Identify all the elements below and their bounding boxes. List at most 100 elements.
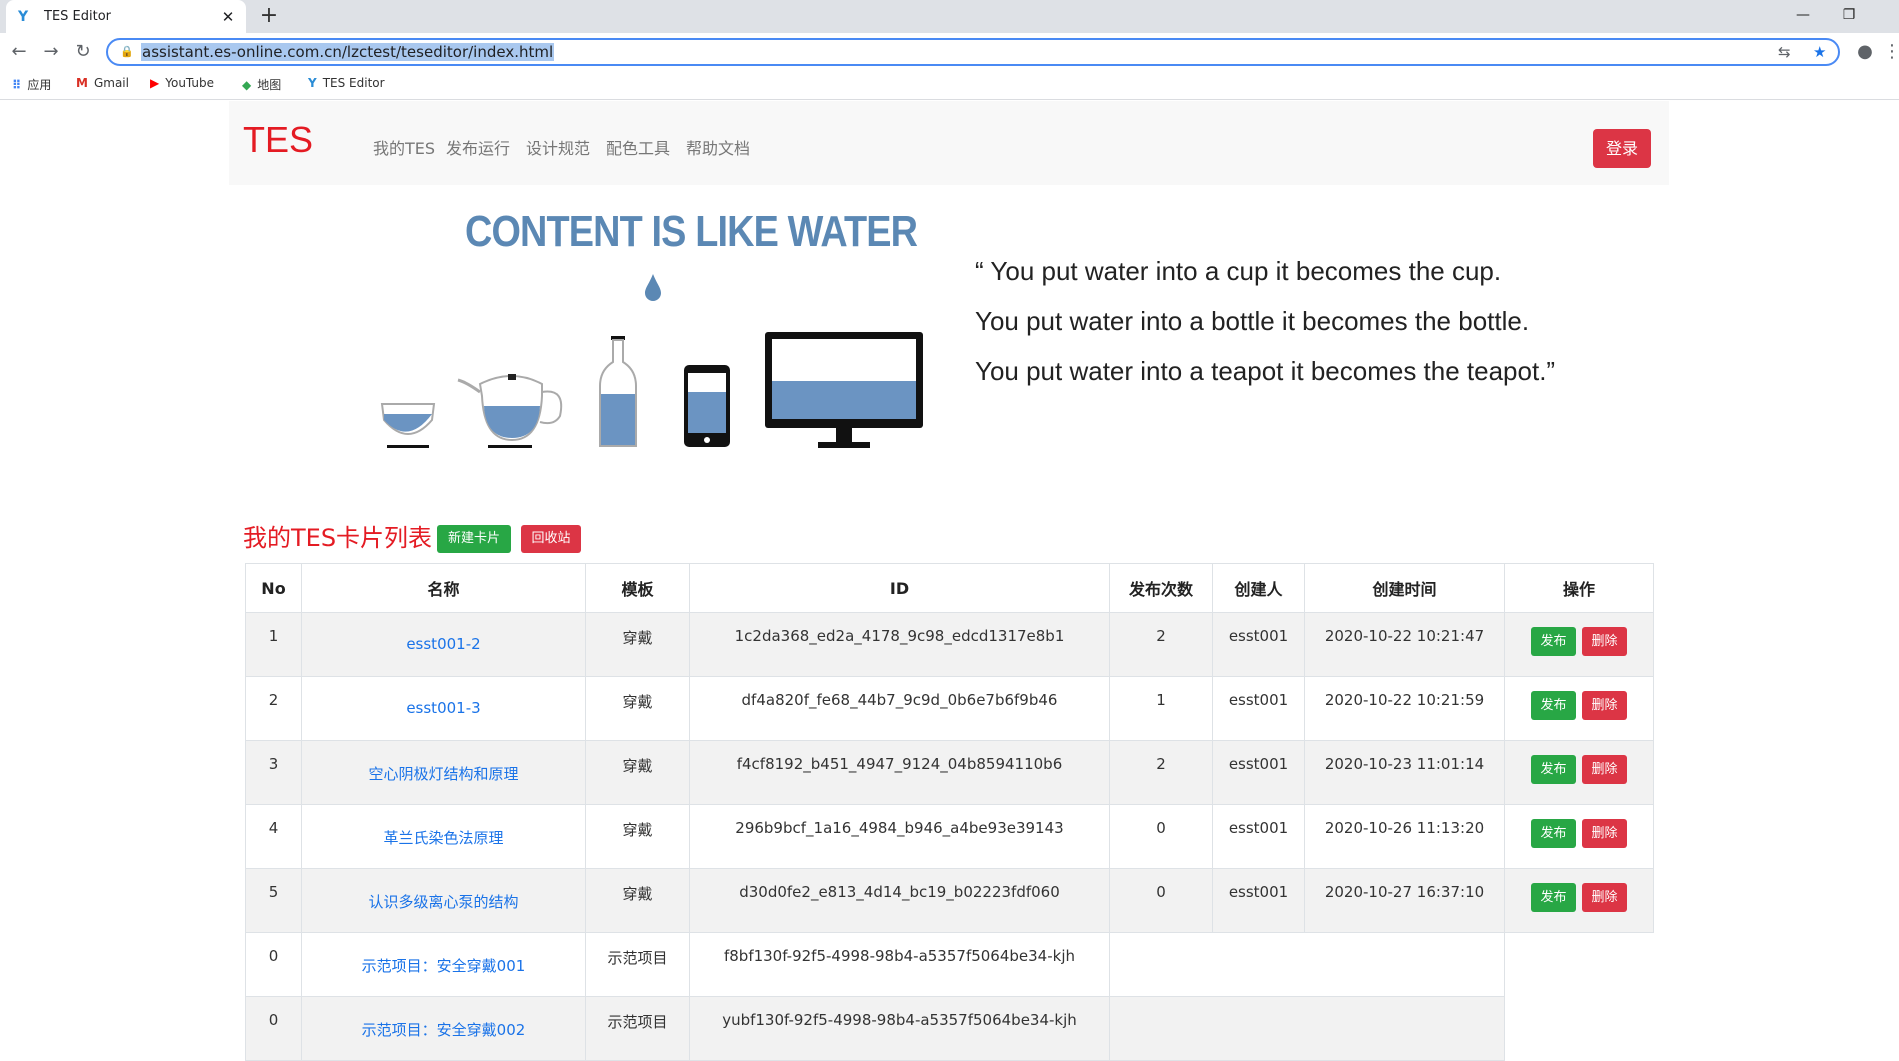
reload-icon[interactable]: ↻ bbox=[70, 39, 96, 65]
cell-name: 革兰氏染色法原理 bbox=[301, 804, 586, 869]
card-name-link[interactable]: 认识多级离心泵的结构 bbox=[368, 891, 518, 912]
cell-actions: 发布 删除 bbox=[1504, 612, 1654, 677]
card-name-link[interactable]: 革兰氏染色法原理 bbox=[383, 827, 503, 848]
publish-button[interactable]: 发布 bbox=[1531, 627, 1576, 656]
card-name-link[interactable]: esst001-2 bbox=[406, 635, 480, 653]
cell-no: 0 bbox=[245, 996, 302, 1061]
publish-button[interactable]: 发布 bbox=[1531, 883, 1576, 912]
cell-created-time: 2020-10-27 16:37:10 bbox=[1304, 868, 1505, 933]
cell-template: 示范项目 bbox=[585, 932, 690, 997]
cell-actions: 发布 删除 bbox=[1504, 868, 1654, 933]
bookmark-label: 地图 bbox=[257, 78, 282, 92]
cell-empty bbox=[1504, 996, 1654, 1061]
cell-actions: 发布 删除 bbox=[1504, 740, 1654, 805]
bookmark-star-icon[interactable]: ★ bbox=[1813, 43, 1826, 61]
cell-no: 3 bbox=[245, 740, 302, 805]
column-header-creator: 创建人 bbox=[1212, 563, 1305, 613]
cell-created-time: 2020-10-22 10:21:47 bbox=[1304, 612, 1505, 677]
new-card-button[interactable]: 新建卡片 bbox=[437, 525, 511, 553]
tes-favicon-icon: Y bbox=[308, 76, 317, 90]
delete-button[interactable]: 删除 bbox=[1582, 819, 1627, 848]
nav-link-design[interactable]: 设计规范 bbox=[526, 135, 590, 159]
forward-icon[interactable]: → bbox=[38, 39, 64, 65]
cell-name: 示范项目：安全穿戴002 bbox=[301, 996, 586, 1061]
address-bar[interactable]: 🔒 assistant.es-online.com.cn/lzctest/tes… bbox=[106, 38, 1840, 66]
url-text[interactable]: assistant.es-online.com.cn/lzctest/tesed… bbox=[141, 43, 555, 61]
nav-link-color-tool[interactable]: 配色工具 bbox=[606, 135, 670, 159]
nav-link-help[interactable]: 帮助文档 bbox=[686, 135, 750, 159]
cell-name: 空心阴极灯结构和原理 bbox=[301, 740, 586, 805]
cell-template: 穿戴 bbox=[585, 612, 690, 677]
column-header-created-time: 创建时间 bbox=[1304, 563, 1505, 613]
nav-link-publish[interactable]: 发布运行 bbox=[446, 135, 510, 159]
site-navbar: TES 我的TES 发布运行 设计规范 配色工具 帮助文档 登录 bbox=[229, 101, 1669, 185]
publish-button[interactable]: 发布 bbox=[1531, 691, 1576, 720]
bottle-icon bbox=[599, 336, 637, 447]
publish-button[interactable]: 发布 bbox=[1531, 755, 1576, 784]
cell-created-time: 2020-10-22 10:21:59 bbox=[1304, 676, 1505, 741]
delete-button[interactable]: 删除 bbox=[1582, 627, 1627, 656]
delete-button[interactable]: 删除 bbox=[1582, 755, 1627, 784]
table-row: 4 革兰氏染色法原理 穿戴 296b9bcf_1a16_4984_b946_a4… bbox=[245, 804, 1654, 869]
cell-actions: 发布 删除 bbox=[1504, 676, 1654, 741]
card-name-link[interactable]: esst001-3 bbox=[406, 699, 480, 717]
table-header-row: No 名称 模板 ID 发布次数 创建人 创建时间 操作 bbox=[245, 563, 1654, 613]
apps-grid-icon: ⠿ bbox=[12, 77, 22, 92]
new-tab-button[interactable]: + bbox=[256, 3, 282, 29]
quote-line-3: You put water into a teapot it becomes t… bbox=[975, 356, 1556, 386]
cell-creator: esst001 bbox=[1212, 868, 1305, 933]
card-name-link[interactable]: 示范项目：安全穿戴001 bbox=[362, 955, 526, 976]
delete-button[interactable]: 删除 bbox=[1582, 691, 1627, 720]
cell-template: 穿戴 bbox=[585, 868, 690, 933]
cell-publish-count: 2 bbox=[1109, 740, 1213, 805]
bookmarks-bar: ⠿ 应用 M Gmail ▶ YouTube ◆ 地图 Y TES Editor bbox=[0, 70, 1899, 100]
restore-icon[interactable]: ❐ bbox=[1826, 0, 1872, 30]
column-header-actions: 操作 bbox=[1504, 563, 1654, 613]
card-name-link[interactable]: 空心阴极灯结构和原理 bbox=[368, 763, 518, 784]
close-tab-icon[interactable]: ✕ bbox=[218, 7, 238, 27]
table-row: 3 空心阴极灯结构和原理 穿戴 f4cf8192_b451_4947_9124_… bbox=[245, 740, 1654, 805]
translate-icon[interactable]: ⇆ bbox=[1778, 43, 1791, 61]
cell-no: 1 bbox=[245, 612, 302, 677]
login-button[interactable]: 登录 bbox=[1593, 129, 1651, 168]
table-row: 5 认识多级离心泵的结构 穿戴 d30d0fe2_e813_4d14_bc19_… bbox=[245, 868, 1654, 933]
cell-id: d30d0fe2_e813_4d14_bc19_b02223fdf060 bbox=[689, 868, 1110, 933]
cell-name: esst001-3 bbox=[301, 676, 586, 741]
cell-empty bbox=[1504, 932, 1654, 997]
bookmark-gmail[interactable]: M Gmail bbox=[76, 76, 129, 90]
table-row: 1 esst001-2 穿戴 1c2da368_ed2a_4178_9c98_e… bbox=[245, 612, 1654, 677]
publish-button[interactable]: 发布 bbox=[1531, 819, 1576, 848]
cell-empty bbox=[1109, 932, 1505, 997]
cell-publish-count: 0 bbox=[1109, 868, 1213, 933]
cell-no: 0 bbox=[245, 932, 302, 997]
delete-button[interactable]: 删除 bbox=[1582, 883, 1627, 912]
column-header-template: 模板 bbox=[585, 563, 690, 613]
table-row-sample: 0 示范项目：安全穿戴001 示范项目 f8bf130f-92f5-4998-9… bbox=[245, 932, 1654, 997]
bookmark-tes-editor[interactable]: Y TES Editor bbox=[308, 76, 385, 90]
recycle-bin-button[interactable]: 回收站 bbox=[521, 525, 581, 553]
menu-kebab-icon[interactable]: ⋮ bbox=[1879, 39, 1899, 65]
bookmark-apps[interactable]: ⠿ 应用 bbox=[12, 76, 51, 93]
cell-creator: esst001 bbox=[1212, 612, 1305, 677]
table-row: 2 esst001-3 穿戴 df4a820f_fe68_44b7_9c9d_0… bbox=[245, 676, 1654, 741]
card-table: No 名称 模板 ID 发布次数 创建人 创建时间 操作 1 esst001-2… bbox=[245, 563, 1654, 1061]
browser-tab[interactable]: Y TES Editor ✕ bbox=[6, 0, 246, 33]
cell-template: 穿戴 bbox=[585, 676, 690, 741]
bookmark-maps[interactable]: ◆ 地图 bbox=[242, 76, 281, 93]
cell-id: 1c2da368_ed2a_4178_9c98_edcd1317e8b1 bbox=[689, 612, 1110, 677]
bookmark-label: Gmail bbox=[93, 76, 129, 90]
phone-icon bbox=[684, 365, 730, 447]
bookmark-youtube[interactable]: ▶ YouTube bbox=[150, 76, 214, 90]
lock-icon: 🔒 bbox=[120, 45, 134, 58]
back-icon[interactable]: ← bbox=[6, 39, 32, 65]
water-illustration bbox=[380, 274, 923, 448]
cell-created-time: 2020-10-23 11:01:14 bbox=[1304, 740, 1505, 805]
brand-logo[interactable]: TES bbox=[243, 119, 313, 161]
cell-name: 认识多级离心泵的结构 bbox=[301, 868, 586, 933]
cell-template: 示范项目 bbox=[585, 996, 690, 1061]
profile-avatar-icon[interactable]: ● bbox=[1852, 39, 1878, 65]
minimize-icon[interactable]: — bbox=[1780, 0, 1826, 30]
cell-no: 4 bbox=[245, 804, 302, 869]
cell-id: f4cf8192_b451_4947_9124_04b8594110b6 bbox=[689, 740, 1110, 805]
nav-link-my-tes[interactable]: 我的TES bbox=[373, 135, 435, 159]
